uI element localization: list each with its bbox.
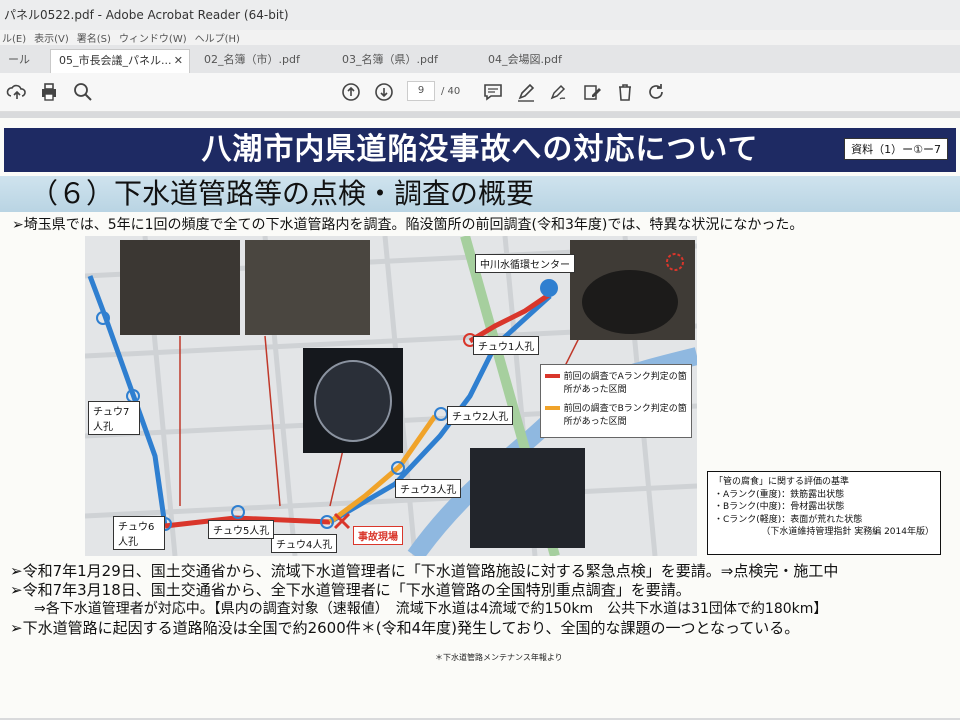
highlight-icon[interactable] — [515, 81, 537, 103]
manhole-label: チュウ1人孔 — [473, 336, 540, 355]
delete-icon[interactable] — [614, 81, 636, 103]
accident-site-label: 事故現場 — [353, 526, 403, 545]
bullet-subitem: ⇒各下水道管理者が対応中。【県内の調査対象（速報値） 流域下水道は4流域で約15… — [34, 601, 828, 617]
page-total: / 40 — [441, 85, 461, 97]
menu-view[interactable]: 表示(V) — [34, 30, 69, 45]
center-label: 中川水循環センター — [475, 254, 575, 273]
criteria-title: 「管の腐食」に関する評価の基準 — [714, 477, 850, 487]
legend-red-swatch — [545, 374, 560, 378]
menu-help[interactable]: ヘルプ(H) — [195, 30, 240, 45]
comment-icon[interactable] — [482, 81, 504, 103]
tab-label: 03_名簿（県）.pdf — [342, 53, 438, 66]
reference-label: 資料（1）ー①ー7 — [844, 138, 948, 160]
bullet-item: ➢令和7年1月29日、国土交通省から、流域下水道管理者に「下水道管路施設に対する… — [10, 562, 839, 580]
bullet-item: ➢令和7年3月18日、国土交通省から、全下水道管理者に「下水道管路の全国特別重点… — [10, 581, 691, 599]
tab-label: 05_市長会議_パネル... — [59, 54, 172, 67]
window-title: パネル0522.pdf - Adobe Acrobat Reader (64-b… — [4, 8, 289, 22]
manhole-label: チュウ2人孔 — [447, 406, 514, 425]
menu-sign[interactable]: 署名(S) — [77, 30, 111, 45]
document-view[interactable]: 八潮市内県道陥没事故への対応について 資料（1）ー①ー7 （６）下水道管路等の点… — [0, 112, 960, 720]
page-down-icon[interactable] — [373, 81, 395, 103]
print-icon[interactable] — [38, 81, 60, 103]
legend-orange-swatch — [545, 406, 560, 410]
tab-label: 04_会場図.pdf — [488, 53, 562, 66]
slide-page: 八潮市内県道陥没事故への対応について 資料（1）ー①ー7 （６）下水道管路等の点… — [0, 118, 960, 718]
rotate-icon[interactable] — [645, 81, 667, 103]
menu-window[interactable]: ウィンドウ(W) — [119, 30, 187, 45]
tab-panel[interactable]: 05_市長会議_パネル... ✕ — [50, 49, 190, 74]
cloud-upload-icon[interactable] — [6, 81, 28, 103]
criteria-item: ・Cランク(軽度)：表面が荒れた状態 — [714, 514, 863, 525]
footnote: ＊下水道管路メンテナンス年報より — [435, 653, 563, 662]
criteria-box: 「管の腐食」に関する評価の基準 ・Aランク(重度)：鉄筋露出状態 ・Bランク(中… — [707, 471, 941, 555]
map-legend: 前回の調査でAランク判定の箇所があった区間 前回の調査でBランク判定の箇所があっ… — [540, 364, 692, 438]
slide-title: 八潮市内県道陥没事故への対応について — [4, 128, 956, 172]
close-icon[interactable]: ✕ — [174, 50, 183, 72]
tab-meibo-pref[interactable]: 03_名簿（県）.pdf — [334, 49, 472, 73]
page-indicator: 9 / 40 — [407, 81, 460, 101]
criteria-item: ・Bランク(中度)：骨材露出状態 — [714, 502, 845, 512]
manhole-label: チュウ7人孔 — [88, 401, 140, 435]
sign-icon[interactable] — [548, 81, 570, 103]
manhole-label: チュウ3人孔 — [395, 479, 462, 498]
manhole-label: チュウ4人孔 — [271, 534, 338, 553]
menu-bar: ル(E) 表示(V) 署名(S) ウィンドウ(W) ヘルプ(H) — [0, 30, 960, 45]
bullet-item: ➢下水道管路に起因する道路陥没は全国で約2600件＊(令和4年度)発生しており、… — [10, 619, 800, 637]
section-heading: （６）下水道管路等の点検・調査の概要 — [0, 176, 960, 212]
criteria-item: ・Aランク(重度)：鉄筋露出状態 — [714, 489, 845, 500]
edit-icon[interactable] — [581, 81, 603, 103]
page-up-icon[interactable] — [340, 81, 362, 103]
page-number-input[interactable]: 9 — [407, 81, 435, 101]
window-titlebar: パネル0522.pdf - Adobe Acrobat Reader (64-b… — [0, 0, 960, 30]
manhole-label: チュウ5人孔 — [208, 520, 275, 539]
lead-text: ➢埼玉県では、5年に1回の頻度で全ての下水道管路内を調査。陥没箇所の前回調査(令… — [12, 217, 804, 233]
zoom-icon[interactable] — [72, 81, 94, 103]
bullet-list: ➢令和7年1月29日、国土交通省から、流域下水道管理者に「下水道管路施設に対する… — [10, 562, 838, 638]
tab-meibo-city[interactable]: 02_名簿（市）.pdf — [196, 49, 334, 73]
tab-label: ール — [8, 53, 30, 66]
menu-edit[interactable]: ル(E) — [2, 30, 26, 45]
sewer-map: 中川水循環センター チュウ1人孔 チュウ2人孔 チュウ3人孔 チュウ4人孔 チュ… — [85, 236, 697, 556]
manhole-label: チュウ6人孔 — [113, 516, 165, 550]
tab-bar: ール 05_市長会議_パネル... ✕ 02_名簿（市）.pdf 03_名簿（県）… — [0, 45, 960, 74]
tab-venue-map[interactable]: 04_会場図.pdf — [480, 49, 618, 73]
legend-a-text: 前回の調査でAランク判定の箇所があった区間 — [563, 372, 687, 395]
acrobat-window: パネル0522.pdf - Adobe Acrobat Reader (64-b… — [0, 0, 960, 720]
legend-b-text: 前回の調査でBランク判定の箇所があった区間 — [563, 404, 687, 427]
tab-label: 02_名簿（市）.pdf — [204, 53, 300, 66]
toolbar: 9 / 40 — [0, 73, 960, 112]
criteria-source: （下水道維持管理指針 実務編 2014年版） — [761, 527, 934, 537]
